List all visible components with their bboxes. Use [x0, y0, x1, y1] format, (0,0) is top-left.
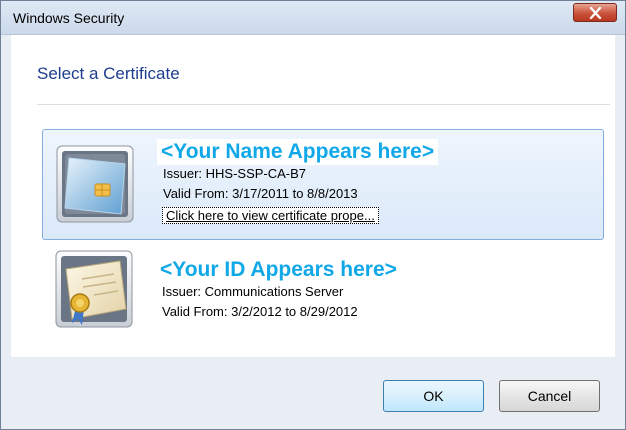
certificate-name: <Your Name Appears here> — [157, 139, 439, 165]
certificate-name: <Your ID Appears here> — [160, 258, 397, 281]
ok-button[interactable]: OK — [383, 380, 484, 412]
certificate-issuer: Issuer: HHS-SSP-CA-B7 — [163, 166, 307, 181]
certificate-item-1[interactable]: <Your Name Appears here> Issuer: HHS-SSP… — [42, 129, 604, 240]
window-title: Windows Security — [13, 10, 125, 26]
cancel-button[interactable]: Cancel — [499, 380, 600, 412]
certificate-validity: Valid From: 3/17/2011 to 8/8/2013 — [163, 186, 358, 201]
smart-card-icon — [56, 145, 134, 223]
certificate-issuer: Issuer: Communications Server — [162, 284, 344, 299]
certificate-item-2[interactable]: <Your ID Appears here> Issuer: Communica… — [42, 247, 604, 358]
view-certificate-properties-link[interactable]: Click here to view certificate prope... — [162, 207, 379, 224]
close-icon — [589, 7, 602, 19]
close-button[interactable] — [573, 3, 617, 22]
title-bar: Windows Security — [1, 1, 625, 35]
dialog-heading: Select a Certificate — [37, 64, 180, 83]
certificate-validity: Valid From: 3/2/2012 to 8/29/2012 — [162, 304, 358, 319]
certificate-icon — [55, 250, 133, 328]
dialog-content: Select a Certificate <Your Name Appears … — [11, 35, 615, 357]
security-dialog: Windows Security Select a Certificate <Y… — [0, 0, 626, 430]
button-bar: OK Cancel — [1, 358, 625, 429]
divider — [37, 104, 610, 105]
